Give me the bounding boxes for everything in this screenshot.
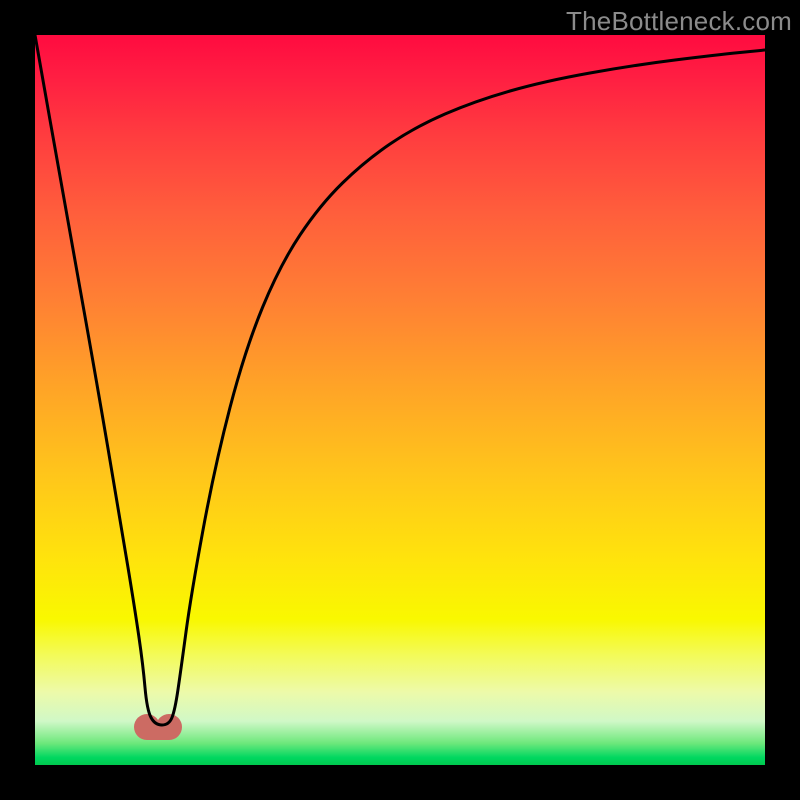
- watermark-text: TheBottleneck.com: [566, 6, 792, 37]
- curve-svg: [35, 35, 765, 765]
- main-curve: [35, 35, 765, 725]
- chart-plot-area: [35, 35, 765, 765]
- bottom-lobes: [134, 714, 182, 740]
- lobe-bridge: [147, 724, 169, 740]
